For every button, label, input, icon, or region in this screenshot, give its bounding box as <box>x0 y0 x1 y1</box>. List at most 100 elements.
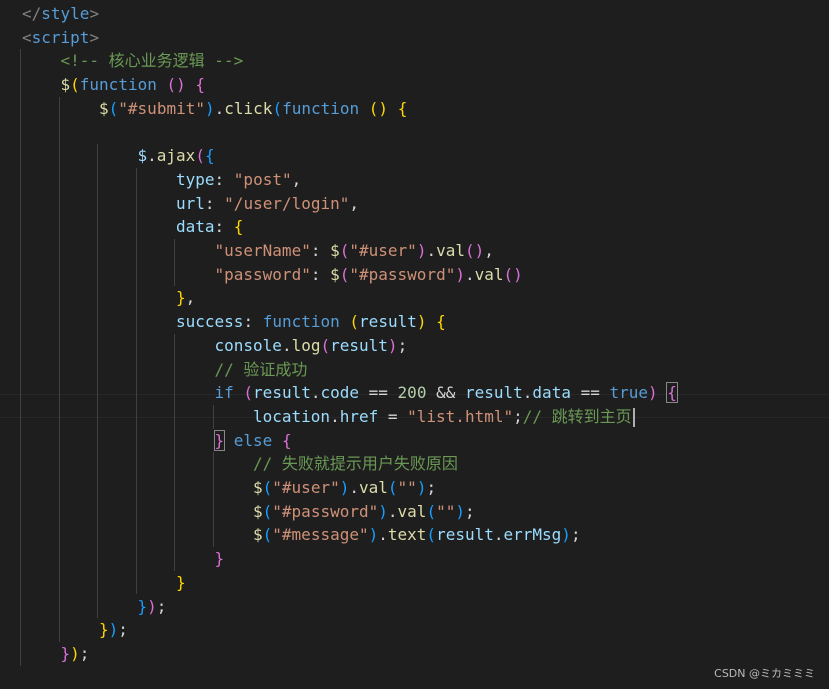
code-token: console <box>214 335 282 355</box>
code-token: $ <box>253 501 263 521</box>
code-token: } <box>176 288 186 308</box>
code-line[interactable]: <!-- 核心业务逻辑 --> <box>61 49 244 73</box>
code-line[interactable]: type: "post", <box>176 168 301 192</box>
code-line[interactable]: if (result.code == 200 && result.data ==… <box>215 381 678 405</box>
code-token: { <box>436 312 446 332</box>
code-token: "#user" <box>349 241 417 260</box>
code-line[interactable]: }); <box>61 642 90 666</box>
code-line[interactable]: data: { <box>176 215 243 239</box>
code-token: "#password" <box>272 501 379 521</box>
code-token: . <box>378 525 388 545</box>
code-token: } <box>176 572 186 592</box>
code-line[interactable]: location.href = "list.html";// 跳转到主页 <box>253 405 635 429</box>
code-token: success <box>176 312 244 332</box>
code-line[interactable]: } else { <box>213 429 292 453</box>
code-token: "#password" <box>349 264 456 284</box>
code-token: > <box>89 27 100 47</box>
code-token: ) <box>339 478 350 497</box>
code-line[interactable]: $("#user").val(""); <box>253 476 436 500</box>
code-token: ( <box>339 241 350 260</box>
code-token: val <box>359 478 388 497</box>
code-token: } <box>60 643 71 663</box>
code-token: { <box>397 98 408 118</box>
code-token: ( <box>339 264 350 284</box>
code-token: "post" <box>233 169 292 189</box>
code-line[interactable]: $("#password").val(""); <box>253 500 475 524</box>
code-token: ; <box>464 501 475 521</box>
code-line[interactable]: }, <box>176 286 195 310</box>
code-token: href <box>339 406 379 426</box>
code-token: result <box>436 525 494 545</box>
indent-guide <box>20 49 21 666</box>
code-token: { <box>281 430 292 450</box>
code-token: ) <box>416 241 427 260</box>
code-token: ) <box>455 264 465 284</box>
code-token: location <box>253 406 331 426</box>
code-token: . <box>522 383 533 403</box>
code-token: () <box>465 241 485 260</box>
code-token: : <box>204 193 225 213</box>
code-line[interactable]: "password": $("#password").val() <box>215 263 523 287</box>
code-line[interactable]: url: "/user/login", <box>176 192 359 216</box>
code-token: ) <box>416 478 427 497</box>
code-line[interactable]: } <box>176 571 186 595</box>
code-token: ; <box>156 596 167 616</box>
code-line[interactable]: success: function (result) { <box>176 310 446 334</box>
code-line[interactable]: console.log(result); <box>215 334 408 358</box>
code-line[interactable]: // 失败就提示用户失败原因 <box>253 452 458 476</box>
code-line[interactable]: $(function () { <box>61 73 206 97</box>
code-line[interactable]: "userName": $("#user").val(), <box>215 239 494 263</box>
code-token: text <box>387 525 427 545</box>
code-token: ; <box>397 335 408 355</box>
code-token: () <box>503 264 523 284</box>
code-editor[interactable]: </style> <script> <!-- 核心业务逻辑 --> $(functio… <box>0 0 829 689</box>
code-token: code <box>320 383 360 403</box>
code-line[interactable]: $("#submit").click(function () { <box>99 97 407 121</box>
code-token: ( <box>108 98 119 118</box>
code-line[interactable]: }); <box>138 595 167 619</box>
code-token: ( <box>426 501 437 521</box>
code-token: url <box>176 193 205 213</box>
code-line[interactable]: // 验证成功 <box>215 358 308 382</box>
code-token: } <box>99 620 109 640</box>
code-token: ; <box>513 406 523 426</box>
code-token: ( <box>262 478 273 497</box>
code-token: val <box>436 241 465 260</box>
code-token: == <box>570 383 610 403</box>
code-token: > <box>89 4 100 23</box>
code-token: . <box>281 335 292 355</box>
code-line[interactable]: $.ajax({ <box>138 144 215 168</box>
code-token: . <box>349 478 359 497</box>
code-token: "/user/login" <box>224 193 350 213</box>
code-token: "" <box>397 478 417 497</box>
indent-guide <box>212 404 214 429</box>
code-token: ( <box>387 478 398 497</box>
code-token: ) <box>648 383 658 403</box>
code-token: ; <box>426 478 437 497</box>
code-token: result <box>253 383 311 403</box>
code-token: "#submit" <box>118 98 205 118</box>
code-token: : <box>214 217 234 237</box>
code-line[interactable]: </style> <box>22 2 99 26</box>
code-token: ) <box>368 525 379 545</box>
code-token: } <box>214 549 225 569</box>
code-token: ( <box>70 75 80 95</box>
code-line[interactable]: }); <box>99 618 128 642</box>
code-token: ( <box>349 312 360 332</box>
code-token: < <box>22 27 32 47</box>
code-token: val <box>397 501 427 521</box>
code-token: : <box>310 264 331 284</box>
code-line[interactable]: } <box>215 547 225 571</box>
code-line[interactable]: $("#message").text(result.errMsg); <box>253 523 581 547</box>
code-line[interactable]: <script> <box>22 26 99 50</box>
code-token: style <box>41 4 90 23</box>
code-token: "password" <box>214 264 311 284</box>
code-token: else <box>233 430 273 450</box>
code-token: ) <box>561 525 571 545</box>
code-token: == <box>359 383 398 403</box>
code-token: { <box>666 382 678 404</box>
